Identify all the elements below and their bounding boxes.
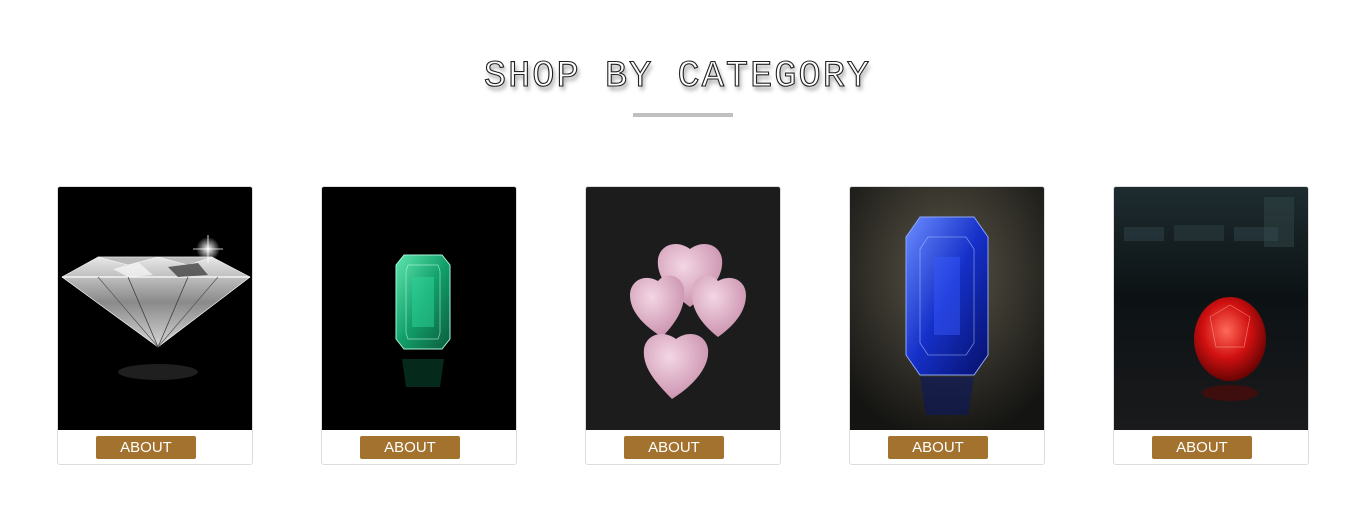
category-image-sapphire[interactable]: [850, 187, 1044, 430]
category-card-emerald[interactable]: ABOUT: [321, 186, 517, 465]
category-card-rose-quartz[interactable]: ABOUT: [585, 186, 781, 465]
about-button-emerald[interactable]: ABOUT: [360, 436, 460, 459]
about-button-diamond[interactable]: ABOUT: [96, 436, 196, 459]
category-card-sapphire[interactable]: ABOUT: [849, 186, 1045, 465]
category-card-diamond[interactable]: ABOUT: [57, 186, 253, 465]
blue-sapphire-icon: [850, 187, 1044, 430]
ruby-icon: [1114, 187, 1308, 430]
rose-quartz-hearts-icon: [586, 187, 780, 430]
category-image-diamond[interactable]: [58, 187, 252, 430]
shop-by-category-section: SHOP BY CATEGORY ABOUT ABOUT ABOUT ABOUT…: [0, 0, 1355, 523]
diamond-icon: [58, 187, 252, 430]
about-button-ruby[interactable]: ABOUT: [1152, 436, 1252, 459]
emerald-icon: [322, 187, 516, 430]
about-button-rose-quartz[interactable]: ABOUT: [624, 436, 724, 459]
about-button-sapphire[interactable]: ABOUT: [888, 436, 988, 459]
category-image-ruby[interactable]: [1114, 187, 1308, 430]
category-image-rose-quartz[interactable]: [586, 187, 780, 430]
title-underline: [633, 113, 733, 117]
category-image-emerald[interactable]: [322, 187, 516, 430]
category-card-ruby[interactable]: ABOUT: [1113, 186, 1309, 465]
section-title: SHOP BY CATEGORY: [483, 55, 872, 98]
